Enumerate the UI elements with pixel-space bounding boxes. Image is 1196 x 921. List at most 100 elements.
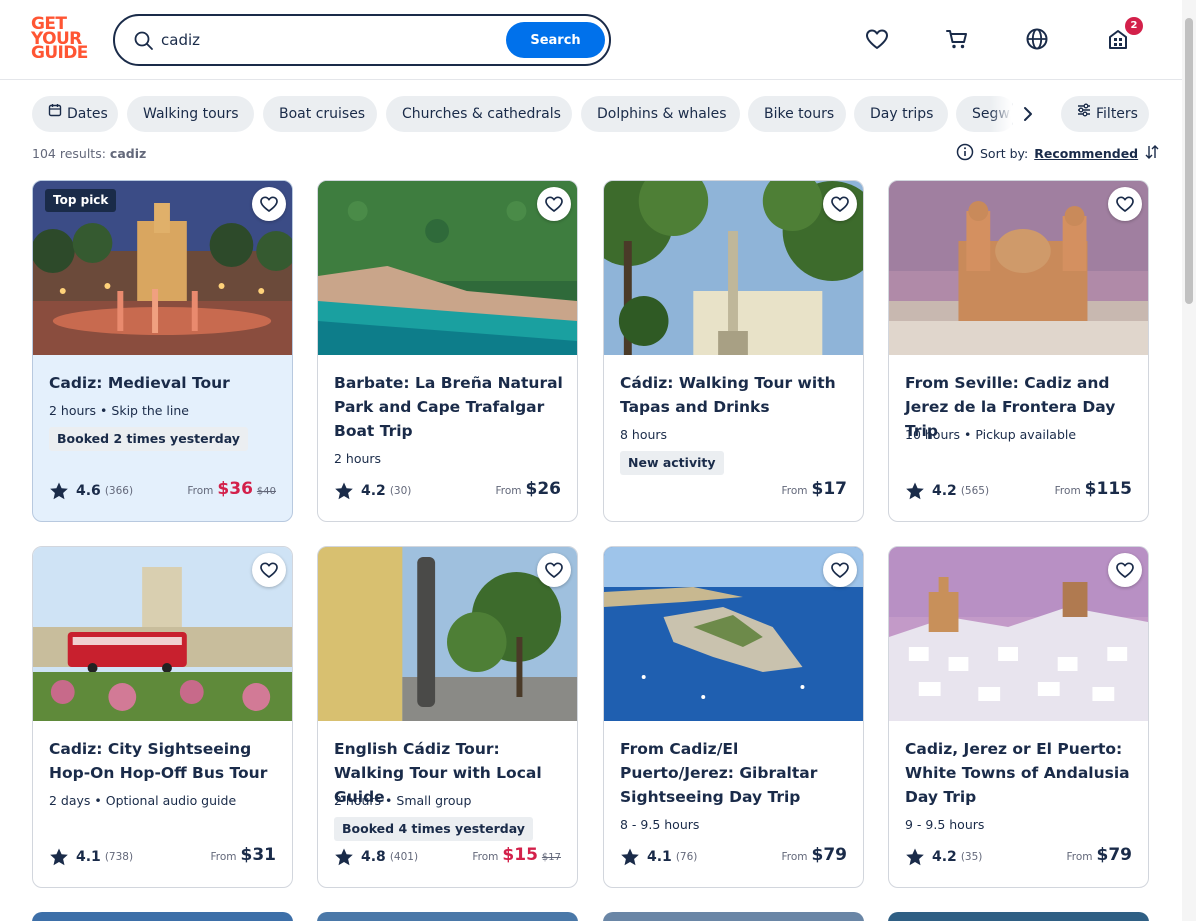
chip-churches-cathedrals[interactable]: Churches & cathedrals (386, 96, 572, 132)
chip-label: Bike tours (764, 106, 835, 122)
wishlist-button[interactable] (823, 553, 857, 587)
heart-icon[interactable] (864, 26, 890, 52)
activity-title[interactable]: Cadiz, Jerez or El Puerto: White Towns o… (905, 737, 1135, 809)
activity-title[interactable]: From Cadiz/El Puerto/Jerez: Gibraltar Si… (620, 737, 850, 809)
activity-card-peek[interactable] (603, 912, 864, 921)
price-from: From (781, 851, 808, 863)
activity-card[interactable]: Cádiz: Walking Tour with Tapas and Drink… (603, 180, 864, 522)
activity-card[interactable]: Top pick Cadiz: Medieval Tour 2 hours • … (32, 180, 293, 522)
star-icon (621, 848, 639, 866)
rating-value: 4.2 (932, 849, 957, 865)
rating-value: 4.6 (76, 483, 101, 499)
search-icon (133, 30, 155, 52)
activity-card[interactable]: Cadiz, Jerez or El Puerto: White Towns o… (888, 546, 1149, 888)
activity-meta: 10 hours • Pickup available (905, 427, 1077, 442)
wishlist-button[interactable] (537, 187, 571, 221)
top-pick-badge: Top pick (45, 189, 117, 212)
wishlist-button[interactable] (1108, 553, 1142, 587)
heart-icon (260, 196, 278, 212)
review-count: (401) (389, 851, 419, 863)
price: From $36 $40 (187, 479, 276, 503)
activity-title[interactable]: Cádiz: Walking Tour with Tapas and Drink… (620, 371, 850, 419)
wishlist-button[interactable] (252, 187, 286, 221)
activity-card[interactable]: Barbate: La Breña Natural Park and Cape … (317, 180, 578, 522)
star-icon (335, 848, 353, 866)
chip-label: Walking tours (143, 106, 239, 122)
calendar-icon (48, 96, 62, 131)
price-amount: $31 (240, 845, 277, 865)
chip-label: Dates (67, 106, 108, 122)
price: From $26 (495, 479, 561, 503)
search-bar: Search (113, 14, 611, 66)
chip-walking-tours[interactable]: Walking tours (127, 96, 254, 132)
price: From $17 (781, 479, 847, 503)
filters-label: Filters (1096, 106, 1138, 122)
wishlist-button[interactable] (252, 553, 286, 587)
wishlist-button[interactable] (1108, 187, 1142, 221)
sliders-icon (1077, 96, 1091, 131)
price-amount: $79 (811, 845, 848, 865)
price: From $15 $17 (472, 845, 561, 869)
star-icon (906, 848, 924, 866)
star-icon (906, 482, 924, 500)
activity-meta: 8 hours (620, 427, 668, 442)
activity-card[interactable]: English Cádiz Tour: Walking Tour with Lo… (317, 546, 578, 888)
activity-card[interactable]: From Cadiz/El Puerto/Jerez: Gibraltar Si… (603, 546, 864, 888)
price-from: From (187, 485, 214, 497)
sort-value[interactable]: Recommended (1034, 146, 1138, 161)
rating: 4.2 (35) (905, 845, 982, 869)
rating: 4.1 (76) (620, 845, 697, 869)
star-icon (50, 848, 68, 866)
activity-meta: 2 hours (334, 451, 382, 466)
price-from: From (472, 851, 499, 863)
review-count: (35) (960, 851, 983, 863)
old-price: $40 (256, 486, 276, 497)
filters-button[interactable]: Filters (1061, 96, 1149, 132)
search-input[interactable] (161, 28, 501, 52)
rating-value: 4.2 (361, 483, 386, 499)
heart-icon (831, 196, 849, 212)
chevron-right-icon (1021, 106, 1035, 126)
results-count: 104 results: cadiz (32, 146, 147, 161)
cart-icon[interactable] (944, 26, 970, 52)
activity-title[interactable]: Barbate: La Breña Natural Park and Cape … (334, 371, 564, 443)
activity-title[interactable]: Cadiz: City Sightseeing Hop-On Hop-Off B… (49, 737, 279, 785)
rating: 4.1 (738) (49, 845, 133, 869)
wishlist-button[interactable] (537, 553, 571, 587)
review-count: (738) (104, 851, 134, 863)
globe-icon[interactable] (1024, 26, 1050, 52)
heart-icon (831, 562, 849, 578)
activity-card[interactable]: From Seville: Cadiz and Jerez de la Fron… (888, 180, 1149, 522)
sort-label: Sort by: (980, 145, 1029, 161)
activity-meta: 8 - 9.5 hours (620, 817, 700, 832)
sort-control[interactable]: Sort by: Recommended (956, 143, 1160, 163)
review-count: (366) (104, 485, 134, 497)
info-icon[interactable] (956, 143, 974, 164)
scrollbar-thumb[interactable] (1185, 18, 1193, 304)
chip-day-trips[interactable]: Day trips (854, 96, 948, 132)
wishlist-button[interactable] (823, 187, 857, 221)
sort-arrows-icon[interactable] (1144, 144, 1160, 163)
chip-dolphins-whales[interactable]: Dolphins & whales (581, 96, 740, 132)
search-button[interactable]: Search (506, 22, 605, 58)
chips-next-button[interactable] (1010, 96, 1046, 132)
activity-meta: 2 hours • Skip the line (49, 403, 189, 418)
chip-label: Day trips (870, 106, 934, 122)
heart-icon (260, 562, 278, 578)
booked-badge: Booked 4 times yesterday (334, 817, 533, 841)
chip-boat-cruises[interactable]: Boat cruises (263, 96, 377, 132)
activity-card-peek[interactable] (888, 912, 1149, 921)
price-from: From (781, 485, 808, 497)
review-count: (565) (960, 485, 990, 497)
activity-card[interactable]: Cadiz: City Sightseeing Hop-On Hop-Off B… (32, 546, 293, 888)
chip-bike-tours[interactable]: Bike tours (748, 96, 846, 132)
rating-value: 4.1 (647, 849, 672, 865)
chip-fade (990, 96, 1012, 132)
old-price: $17 (541, 852, 561, 863)
activity-card-peek[interactable] (317, 912, 578, 921)
chip-dates[interactable]: Dates (32, 96, 118, 132)
activity-card-peek[interactable] (32, 912, 293, 921)
getyourguide-logo[interactable]: GET YOUR GUIDE (31, 16, 91, 63)
rating: 4.8 (401) (334, 845, 418, 869)
activity-title[interactable]: Cadiz: Medieval Tour (49, 371, 279, 395)
